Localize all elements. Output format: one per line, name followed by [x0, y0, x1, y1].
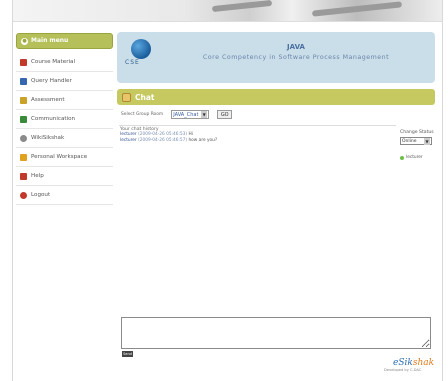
chat-title: Chat	[135, 92, 155, 102]
select-group-label: Select Group Room	[121, 112, 164, 117]
sidebar-item-communication[interactable]: Communication	[16, 110, 113, 129]
logout-icon	[20, 191, 27, 199]
sidebar-item-label: Course Material	[31, 59, 76, 65]
folder-icon	[20, 153, 27, 161]
message-text: how are you?	[188, 138, 218, 143]
online-status-icon	[400, 155, 404, 160]
course-name: Core Competency in Software Process Mana…	[202, 54, 390, 61]
sidebar-item-label: Communication	[31, 116, 76, 122]
course-header: CSE JAVA Core Competency in Software Pro…	[117, 32, 435, 83]
chat-section-header: Chat	[117, 89, 435, 105]
status-select[interactable]: Online ▼	[400, 137, 432, 145]
sidebar-item-label: Help	[31, 173, 44, 179]
message-timestamp: (2009-04-26 05:46:53)	[138, 132, 188, 137]
sidebar-item-logout[interactable]: Logout	[16, 186, 113, 205]
sidebar-item-label: Personal Workspace	[31, 154, 88, 160]
message-text: Hi	[188, 132, 193, 137]
go-button[interactable]: GO	[217, 110, 233, 119]
message-user: lecturer	[120, 138, 137, 143]
sidebar-item-course-material[interactable]: Course Material	[16, 53, 113, 72]
main-menu-title: Main menu	[31, 37, 69, 44]
sidebar-item-help[interactable]: Help	[16, 167, 113, 186]
online-member: lecturer	[400, 155, 436, 160]
sidebar-item-label: Assessment	[31, 97, 65, 103]
sidebar-item-query-handler[interactable]: Query Handler	[16, 72, 113, 91]
chat-message: lecturer (2009-04-26 05:46:57) how are y…	[119, 138, 396, 144]
group-room-value: JAVA_Chat	[173, 111, 199, 118]
book-icon	[20, 58, 27, 66]
change-status-label: Change Status	[400, 130, 434, 135]
status-value: Online	[402, 138, 417, 144]
status-panel: Change Status Online ▼ lecturer	[400, 130, 436, 160]
sidebar-item-label: Query Handler	[31, 78, 72, 84]
course-code: JAVA	[287, 43, 305, 51]
message-user: lecturer	[120, 132, 137, 137]
sidebar: ● Main menu Course Material Query Handle…	[16, 33, 113, 205]
brand-prefix: eSik	[393, 358, 413, 368]
people-icon	[20, 77, 27, 85]
brand-suffix: shak	[412, 358, 435, 368]
chevron-down-icon: ▼	[201, 111, 208, 118]
group-room-select[interactable]: JAVA_Chat ▼	[171, 110, 210, 119]
member-name: lecturer	[406, 155, 423, 160]
chat-history[interactable]: Your chat history lecturer (2009-04-26 0…	[119, 125, 396, 315]
group-room-row: Select Group Room JAVA_Chat ▼ GO	[121, 110, 233, 119]
network-icon	[20, 115, 27, 123]
globe-icon	[20, 134, 27, 142]
sidebar-item-assessment[interactable]: Assessment	[16, 91, 113, 110]
chevron-down-icon: ▼	[424, 137, 430, 145]
send-button[interactable]: Send	[122, 351, 133, 357]
sidebar-item-label: WikiSikshak	[31, 135, 65, 141]
help-icon	[20, 172, 27, 180]
page: ● Main menu Course Material Query Handle…	[0, 0, 448, 381]
menu-circle-icon: ●	[21, 37, 28, 45]
sidebar-item-wikisikshak[interactable]: WikiSikshak	[16, 129, 113, 148]
esikshak-logo: eSikshak	[393, 350, 437, 368]
sidebar-item-personal-workspace[interactable]: Personal Workspace	[16, 148, 113, 167]
logo-text: CSE	[125, 59, 140, 66]
sidebar-menu: Course Material Query Handler Assessment…	[16, 53, 113, 205]
chat-icon	[122, 92, 131, 102]
sidebar-item-label: Logout	[31, 192, 51, 198]
chart-icon	[20, 96, 27, 104]
message-timestamp: (2009-04-26 05:46:57)	[138, 138, 188, 143]
main-menu-header: ● Main menu	[16, 33, 113, 49]
powered-by: Developed by C-DAC	[384, 368, 422, 372]
brand-name: eSikshak	[393, 358, 434, 368]
message-input[interactable]	[121, 317, 431, 349]
